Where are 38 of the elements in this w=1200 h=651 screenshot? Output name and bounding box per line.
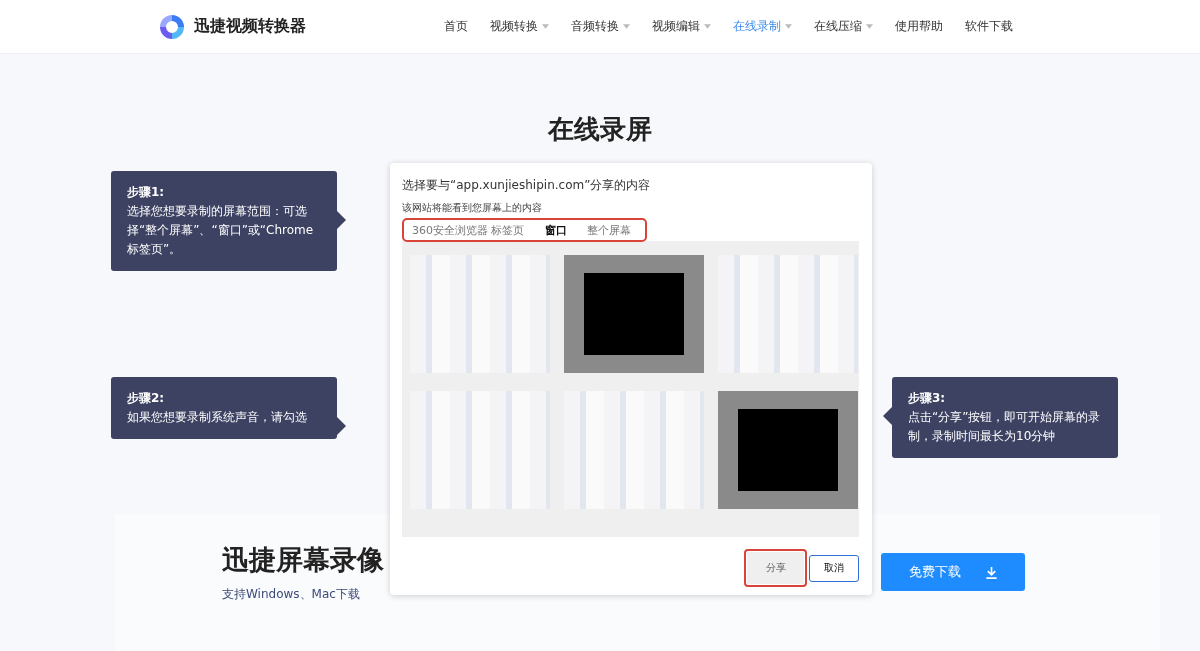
step-text: 点击“分享”按钮，即可开始屏幕的录制，录制时间最长为10分钟: [908, 409, 1102, 445]
step-title: 步骤3:: [908, 390, 947, 407]
step-text: 如果您想要录制系统声音，请勾选: [127, 409, 308, 426]
nav-link[interactable]: 在线录制: [733, 18, 792, 35]
caret-icon: [866, 24, 873, 29]
download-icon: [984, 565, 998, 579]
caret-icon: [623, 24, 630, 29]
nav-link[interactable]: 视频转换: [490, 18, 549, 35]
blurred-thumbnail[interactable]: [564, 391, 704, 509]
dialog-subtitle: 该网站将能看到您屏幕上的内容: [402, 201, 543, 215]
source-tab[interactable]: 360安全浏览器 标签页: [412, 223, 525, 238]
share-button[interactable]: 分享: [747, 552, 804, 584]
blurred-thumbnail[interactable]: [718, 255, 858, 373]
blurred-thumbnail[interactable]: [564, 255, 704, 373]
promo-title: 迅捷屏幕录像: [222, 542, 384, 577]
caret-icon: [785, 24, 792, 29]
logo-text: 迅捷视频转换器: [194, 16, 306, 37]
nav-link[interactable]: 软件下载: [965, 18, 1013, 35]
nav-link[interactable]: 使用帮助: [895, 18, 943, 35]
source-tab[interactable]: 整个屏幕: [586, 223, 631, 238]
nav-link[interactable]: 音频转换: [571, 18, 630, 35]
caret-icon: [542, 24, 549, 29]
promo-subtitle: 支持Windows、Mac下载: [222, 585, 361, 603]
dialog-title: 选择要与“app.xunjieshipin.com”分享的内容: [402, 177, 652, 194]
step-text: 选择您想要录制的屏幕范围：可选择“整个屏幕”、“窗口”或“Chrome标签页”。: [127, 203, 315, 258]
step-title: 步骤1:: [127, 184, 166, 201]
blurred-thumbnail[interactable]: [410, 255, 550, 373]
logo-icon: [158, 12, 186, 41]
nav-link[interactable]: 视频编辑: [652, 18, 711, 35]
step-title: 步骤2:: [127, 390, 166, 407]
page-title: 在线录屏: [546, 113, 653, 146]
caret-icon: [704, 24, 711, 29]
cancel-button[interactable]: 取消: [809, 554, 859, 582]
source-tab[interactable]: 窗口: [544, 223, 567, 238]
blurred-thumbnail[interactable]: [410, 391, 550, 509]
nav-link[interactable]: 在线压缩: [814, 18, 873, 35]
blurred-thumbnail[interactable]: [718, 391, 858, 509]
nav-link[interactable]: 首页: [444, 18, 468, 35]
